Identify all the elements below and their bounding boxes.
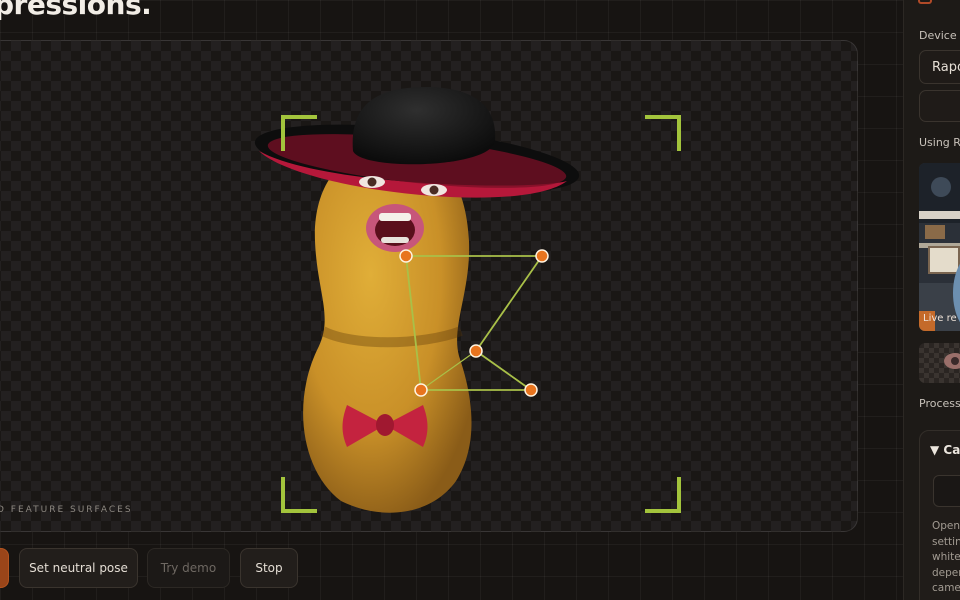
stage-caption: D FEATURE SURFACES (0, 505, 133, 515)
card-input[interactable] (933, 475, 960, 507)
rig-point-upper-left (399, 249, 413, 263)
rig-point-lower-left (414, 383, 428, 397)
primary-action-button[interactable] (0, 548, 9, 588)
device-action-button[interactable] (919, 90, 960, 122)
rig-point-upper-right (535, 249, 549, 263)
camera-settings-card: ▼ Ca Opens setting white deper came (919, 430, 960, 600)
page-title: pressions. (0, 0, 152, 21)
using-label: Using Ra (919, 136, 960, 149)
frame-corner-top-left (281, 115, 317, 151)
processed-label: Processe (919, 397, 960, 410)
processed-thumbnail-image (944, 353, 960, 369)
frame-corner-bottom-right (645, 477, 681, 513)
rig-point-lower-right (524, 383, 538, 397)
settings-panel: Device Rapo Using Ra Live re Processe ▼ … (903, 0, 960, 600)
peanut-avatar (254, 86, 580, 513)
stop-button[interactable]: Stop (240, 548, 298, 588)
avatar-stage[interactable]: D FEATURE SURFACES (0, 40, 858, 532)
card-description: Opens setting white deper came (932, 520, 960, 594)
processed-thumbnail (919, 343, 960, 383)
card-title-toggle[interactable]: ▼ Ca (930, 443, 960, 457)
device-select[interactable]: Rapo (919, 50, 960, 84)
try-demo-button[interactable]: Try demo (147, 548, 230, 588)
camera-preview-image (919, 163, 960, 331)
device-label: Device (919, 29, 957, 42)
camera-preview: Live re (919, 163, 960, 331)
frame-corner-bottom-left (281, 477, 317, 513)
rig-point-middle (469, 344, 483, 358)
frame-corner-top-right (645, 115, 681, 151)
preview-caption: Live re (923, 313, 957, 324)
set-neutral-pose-button[interactable]: Set neutral pose (19, 548, 138, 588)
camera-icon (918, 0, 932, 4)
